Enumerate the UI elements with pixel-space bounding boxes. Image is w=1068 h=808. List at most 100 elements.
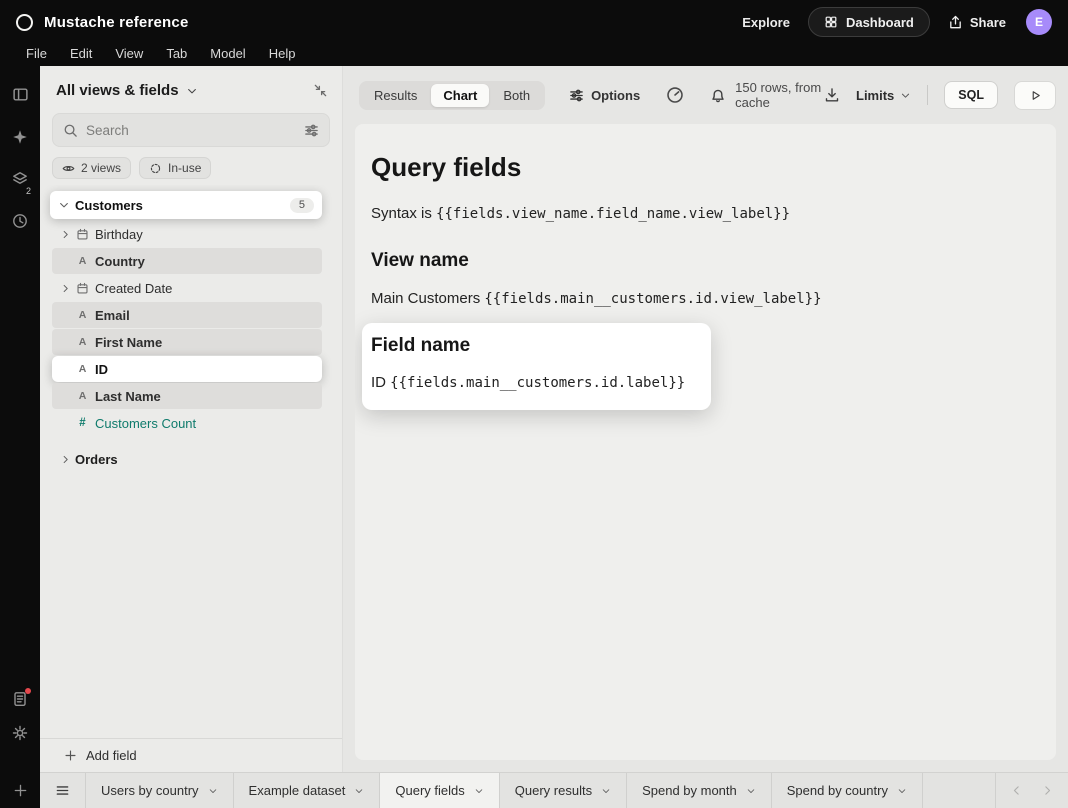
- options-sliders-icon: [569, 88, 584, 103]
- filter-chip-inuse[interactable]: In-use: [139, 157, 211, 179]
- field-row-first-name[interactable]: A First Name: [52, 329, 322, 355]
- view-name-line: Main Customers {{fields.main__customers.…: [371, 290, 1032, 307]
- calendar-icon: [75, 228, 90, 241]
- limits-dropdown[interactable]: Limits: [856, 88, 911, 103]
- toolbar-divider: [927, 85, 928, 105]
- play-icon: [1029, 89, 1042, 102]
- tab-example-dataset[interactable]: Example dataset: [234, 773, 381, 808]
- chevron-right-icon[interactable]: [60, 283, 75, 294]
- syntax-line: Syntax is {{fields.view_name.field_name.…: [371, 205, 1032, 222]
- explore-link[interactable]: Explore: [742, 15, 790, 30]
- notification-dot: [25, 688, 31, 694]
- menu-tab[interactable]: Tab: [166, 46, 187, 61]
- view-name-heading: View name: [371, 250, 1032, 272]
- tab-users-by-country[interactable]: Users by country: [86, 773, 234, 808]
- view-row-orders[interactable]: Orders: [52, 446, 322, 472]
- field-row-birthday[interactable]: Birthday: [52, 221, 322, 247]
- tab-query-results[interactable]: Query results: [500, 773, 627, 808]
- chevron-down-icon: [58, 199, 75, 211]
- chevron-down-icon[interactable]: [354, 786, 364, 796]
- fields-sidebar: All views & fields 2 views: [40, 66, 343, 772]
- string-type-icon: A: [75, 255, 90, 267]
- settings-gear-icon[interactable]: [12, 725, 28, 741]
- bell-icon[interactable]: [710, 87, 726, 103]
- tab-query-fields[interactable]: Query fields: [380, 773, 499, 808]
- menu-edit[interactable]: Edit: [70, 46, 92, 61]
- tab-scroll-arrows: [995, 773, 1068, 808]
- chevron-down-icon[interactable]: [897, 786, 907, 796]
- left-icon-rail: 2: [0, 66, 40, 808]
- document-notes-icon[interactable]: [12, 691, 28, 707]
- search-input[interactable]: [86, 123, 296, 138]
- scroll-tabs-left-icon[interactable]: [1010, 784, 1023, 797]
- tab-list-menu-icon[interactable]: [40, 773, 86, 808]
- run-query-button[interactable]: [1014, 81, 1056, 110]
- main-panel: Results Chart Both Options 150 rows, fro…: [343, 66, 1068, 772]
- query-toolbar: Results Chart Both Options 150 rows, fro…: [343, 66, 1068, 124]
- dashboard-grid-icon: [824, 15, 838, 29]
- chevron-down-icon[interactable]: [746, 786, 756, 796]
- in-use-icon: [149, 162, 162, 175]
- chevron-right-icon[interactable]: [60, 229, 75, 240]
- view-row-customers[interactable]: Customers 5: [50, 191, 322, 219]
- measure-hash-icon: #: [75, 417, 90, 429]
- layers-count-badge: 2: [26, 186, 31, 196]
- bottom-tab-bar: Users by country Example dataset Query f…: [40, 772, 1068, 808]
- collapse-sidebar-icon[interactable]: [313, 83, 328, 98]
- field-row-customers-count[interactable]: # Customers Count: [52, 410, 322, 436]
- field-count-badge: 5: [290, 198, 314, 213]
- chart-content-area: Query fields Syntax is {{fields.view_nam…: [355, 124, 1056, 760]
- document-title: Mustache reference: [44, 14, 189, 31]
- user-avatar[interactable]: E: [1026, 9, 1052, 35]
- menu-view[interactable]: View: [115, 46, 143, 61]
- chevron-down-icon: [900, 90, 911, 101]
- chevron-down-icon[interactable]: [474, 786, 484, 796]
- row-count-status: 150 rows, from cache: [710, 80, 824, 110]
- field-tree: Customers 5 Birthday A Country: [40, 185, 342, 738]
- field-row-last-name[interactable]: A Last Name: [52, 383, 322, 409]
- field-row-country[interactable]: A Country: [52, 248, 322, 274]
- plus-icon: [64, 749, 77, 762]
- toggle-panel-icon[interactable]: [12, 86, 29, 103]
- tab-spend-by-month[interactable]: Spend by month: [627, 773, 772, 808]
- search-icon: [63, 123, 78, 138]
- field-name-spotlight-card: Field name ID {{fields.main__customers.i…: [362, 323, 711, 410]
- options-button[interactable]: Options: [569, 88, 640, 103]
- scroll-tabs-right-icon[interactable]: [1041, 784, 1054, 797]
- share-button[interactable]: Share: [948, 15, 1006, 30]
- menu-help[interactable]: Help: [269, 46, 296, 61]
- download-icon[interactable]: [824, 87, 840, 103]
- layers-icon[interactable]: 2: [12, 171, 28, 187]
- dashboard-button[interactable]: Dashboard: [808, 7, 930, 37]
- mode-both-button[interactable]: Both: [491, 84, 542, 107]
- field-row-id[interactable]: A ID: [52, 356, 322, 382]
- sql-button[interactable]: SQL: [944, 81, 998, 109]
- performance-gauge-icon[interactable]: [666, 86, 684, 104]
- string-type-icon: A: [75, 336, 90, 348]
- eye-icon: [62, 162, 75, 175]
- app-window: Mustache reference Explore Dashboard Sha…: [0, 0, 1068, 808]
- share-icon: [948, 15, 963, 30]
- chevron-down-icon[interactable]: [208, 786, 218, 796]
- field-name-line: ID {{fields.main__customers.id.label}}: [371, 374, 685, 391]
- menu-model[interactable]: Model: [210, 46, 245, 61]
- menu-bar: File Edit View Tab Model Help: [0, 41, 1068, 66]
- sidebar-title[interactable]: All views & fields: [56, 82, 179, 99]
- calendar-icon: [75, 282, 90, 295]
- menu-file[interactable]: File: [26, 46, 47, 61]
- tab-spend-by-country[interactable]: Spend by country: [772, 773, 923, 808]
- search-filter-icon[interactable]: [304, 123, 319, 138]
- history-clock-icon[interactable]: [12, 213, 28, 229]
- field-row-created-date[interactable]: Created Date: [52, 275, 322, 301]
- rail-add-icon[interactable]: [13, 783, 28, 798]
- chevron-down-icon[interactable]: [601, 786, 611, 796]
- filter-chip-views[interactable]: 2 views: [52, 157, 131, 179]
- field-row-email[interactable]: A Email: [52, 302, 322, 328]
- app-logo-icon: [16, 14, 33, 31]
- ai-sparkle-icon[interactable]: [12, 129, 28, 145]
- mode-results-button[interactable]: Results: [362, 84, 429, 107]
- sidebar-title-chevron-icon[interactable]: [186, 85, 198, 97]
- chevron-right-icon: [60, 454, 75, 465]
- add-field-button[interactable]: Add field: [40, 738, 342, 772]
- mode-chart-button[interactable]: Chart: [431, 84, 489, 107]
